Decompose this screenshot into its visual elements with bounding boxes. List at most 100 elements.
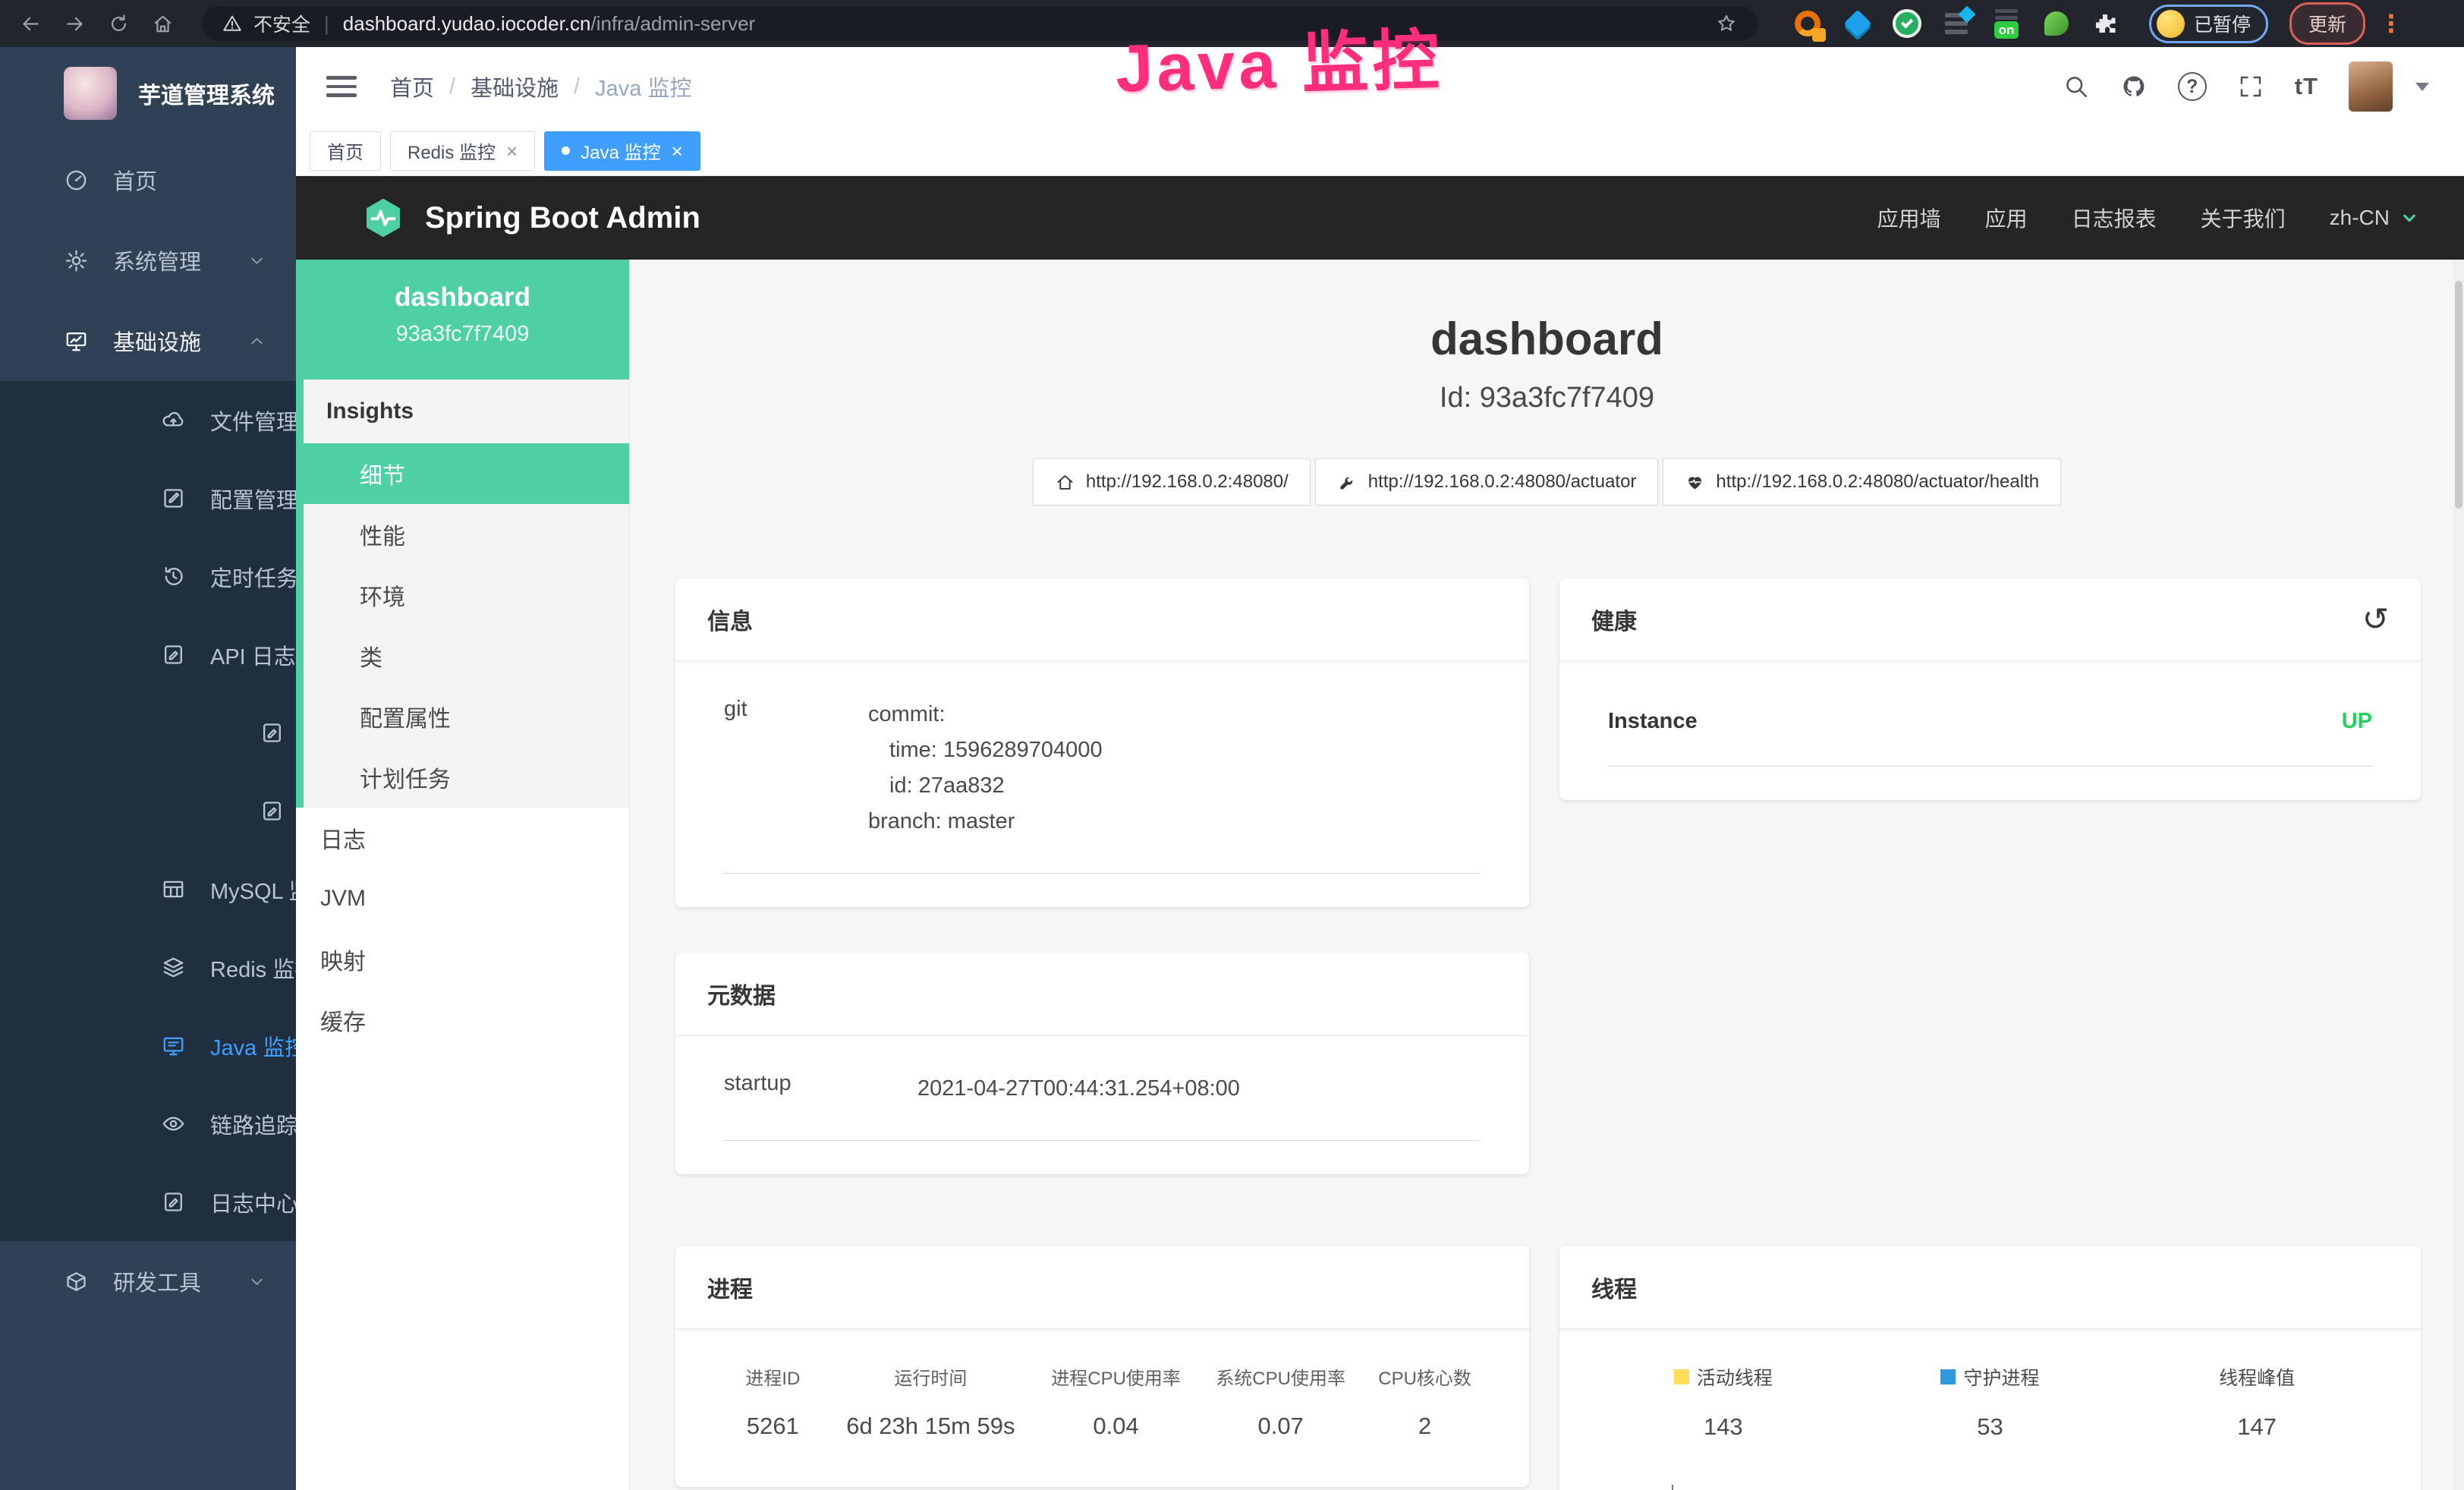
tab-label: Java 监控 [581,137,660,164]
sba-nav-about[interactable]: 关于我们 [2201,203,2286,233]
home-icon [1055,472,1075,493]
sidebar-item-home[interactable]: 首页 [0,140,296,220]
sba-locale-select[interactable]: zh-CN [2330,206,2420,230]
tab-close-icon[interactable]: × [672,141,683,161]
update-label: 更新 [2308,14,2346,36]
sidebar-item-config-management[interactable]: 配置管理 [0,459,296,537]
instance-links: http://192.168.0.2:48080/ http://192.168… [630,458,2464,506]
sba-brand-title: Spring Boot Admin [425,201,700,235]
breadcrumb-infrastructure[interactable]: 基础设施 [470,71,559,102]
avatar-caret-down-icon[interactable] [2415,83,2429,91]
security-label[interactable]: 不安全 [253,10,310,37]
sba-nav-applications[interactable]: 应用 [1985,203,2028,233]
sba-instance-header[interactable]: dashboard 93a3fc7f7409 [296,260,629,380]
github-icon[interactable] [2120,73,2148,100]
legend-blue-swatch [1940,1369,1956,1384]
app-logo-avatar [64,67,117,120]
fullscreen-icon[interactable] [2237,73,2264,100]
sba-sidebar-item-logfile[interactable]: 日志 [296,808,629,868]
extension-leaf-icon[interactable] [2041,8,2072,39]
service-url-button[interactable]: http://192.168.0.2:48080/ [1033,458,1311,506]
extension-switch-icon[interactable]: on [1991,8,2022,39]
sidebar-item-infrastructure[interactable]: 基础设施 [0,301,296,381]
header-actions: ? tT [2063,61,2429,112]
app-logo-row[interactable]: 芋道管理系统 [0,47,296,140]
process-table-headers: 进程ID 运行时间 进程CPU使用率 系统CPU使用率 CPU核心数 [718,1363,1487,1390]
extension-orange-icon[interactable] [1792,8,1823,39]
sidebar-collapse-icon[interactable] [326,76,357,97]
sidebar-item-api-logs[interactable]: API 日志 [0,616,296,694]
browser-menu-kebab-icon[interactable]: ⋮ [2379,9,2403,38]
font-size-icon[interactable]: tT [2295,73,2318,100]
process-card: 进程 进程ID 运行时间 进程CPU使用率 系统CPU使用率 CPU核心数 52… [675,1246,1529,1487]
tab-redis-monitor[interactable]: Redis 监控 × [390,131,535,171]
sba-nav-wallboard[interactable]: 应用墙 [1877,203,1941,233]
browser-back-button[interactable] [14,7,47,40]
browser-home-button[interactable] [146,7,179,40]
tab-home[interactable]: 首页 [310,131,381,171]
browser-reload-button[interactable] [102,7,135,40]
tab-label: 首页 [327,137,363,164]
sidebar-item-label: API 日志 [210,639,296,671]
sidebar-item-scheduled-tasks[interactable]: 定时任务 [0,537,296,616]
extension-grid-icon[interactable] [1941,8,1972,39]
sba-sidebar-item-scheduled-tasks[interactable]: 计划任务 [304,747,629,808]
browser-profile-chip[interactable]: 已暂停 [2149,5,2268,43]
tab-java-monitor[interactable]: Java 监控 × [544,131,700,171]
health-instance-label: Instance [1608,709,1698,734]
process-header-uptime: 运行时间 [828,1363,1034,1390]
actuator-url-label: http://192.168.0.2:48080/actuator [1368,471,1637,493]
edit-square-icon [161,486,186,511]
sba-sidebar-item-classes[interactable]: 类 [304,625,629,686]
extensions-puzzle-icon[interactable] [2091,10,2119,37]
extension-green-icon[interactable] [1893,9,1921,38]
url-path[interactable]: /infra/admin-server [590,12,755,36]
sba-nav-journal[interactable]: 日志报表 [2072,203,2157,233]
process-header-pid: 进程ID [718,1363,828,1390]
sidebar-item-dev-tools[interactable]: 研发工具 [0,1241,296,1321]
sba-sidebar-item-caches[interactable]: 缓存 [296,990,629,1051]
search-icon[interactable] [2063,73,2090,100]
url-host[interactable]: dashboard.yudao.iocoder.cn [343,12,591,36]
sidebar-item-access-logs[interactable]: 访问日志 [0,694,296,772]
sidebar-item-tracing[interactable]: 链路追踪 [0,1085,296,1163]
sba-sidebar-item-details[interactable]: 细节 [304,443,629,504]
sidebar-item-label: MySQL 监控 [210,874,296,906]
sidebar-item-error-logs[interactable]: 错误日志 [0,772,296,850]
git-commit-time: time: 1596289704000 [868,732,1103,768]
sba-sidebar-item-environment[interactable]: 环境 [304,565,629,625]
help-icon[interactable]: ? [2178,72,2207,101]
info-value: commit: time: 1596289704000 id: 27aa832 … [868,697,1103,840]
sidebar-item-file-management[interactable]: 文件管理 [0,381,296,459]
health-url-button[interactable]: http://192.168.0.2:48080/actuator/health [1663,458,2061,506]
sba-main: dashboard Id: 93a3fc7f7409 http://192.16… [630,260,2464,1490]
bookmark-star-icon[interactable] [1715,12,1738,35]
health-history-icon[interactable]: ↺ [2362,606,2389,632]
actuator-url-button[interactable]: http://192.168.0.2:48080/actuator [1315,458,1659,506]
address-bar[interactable]: 不安全 | dashboard.yudao.iocoder.cn /infra/… [202,6,1758,41]
sidebar-item-system-management[interactable]: 系统管理 [0,220,296,301]
main-column: 首页 / 基础设施 / Java 监控 ? tT 首页 Redis 监控 [296,47,2464,1490]
doc-edit-icon [260,799,285,824]
sba-sidebar-item-mappings[interactable]: 映射 [296,929,629,990]
user-avatar[interactable] [2349,61,2393,112]
sba-sidebar-item-metrics[interactable]: 性能 [304,504,629,565]
sba-sidebar-item-configprops[interactable]: 配置属性 [304,686,629,747]
sidebar-item-java-monitor[interactable]: Java 监控 [0,1006,296,1085]
legend-label: 守护进程 [1963,1363,2039,1391]
legend-label: 活动线程 [1697,1363,1773,1391]
sba-sidebar-item-jvm[interactable]: JVM [296,868,629,929]
sidebar-item-log-center[interactable]: 日志中心 [0,1163,296,1241]
scrollbar-thumb[interactable] [2455,281,2462,509]
sidebar-item-redis-monitor[interactable]: Redis 监控 [0,928,296,1006]
chevron-down-icon [247,250,267,271]
sidebar-item-mysql-monitor[interactable]: MySQL 监控 [0,850,296,928]
extension-pin-icon[interactable] [1842,8,1873,39]
breadcrumb-home[interactable]: 首页 [390,71,434,102]
process-value-process-cpu: 0.04 [1034,1413,1198,1440]
info-key: git [724,697,868,840]
browser-forward-button[interactable] [58,7,91,40]
browser-update-button[interactable]: 更新 [2289,2,2365,45]
page-title: dashboard [630,313,2464,365]
tab-close-icon[interactable]: × [506,141,518,161]
